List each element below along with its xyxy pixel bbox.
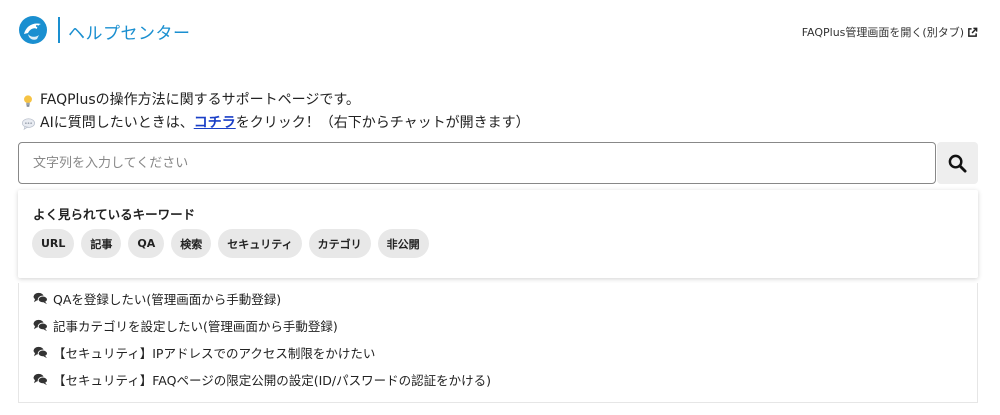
header: ヘルプセンター FAQPlus管理画面を開く(別タブ): [0, 0, 1000, 62]
intro-text: FAQPlusの操作方法に関するサポートページです。 AIに質問したいときは、 …: [20, 89, 530, 135]
keyword-chip-security[interactable]: セキュリティ: [218, 229, 302, 258]
app-title[interactable]: ヘルプセンター: [68, 19, 191, 44]
dolphin-logo-icon[interactable]: [18, 15, 48, 45]
suggested-question-item[interactable]: 【セキュリティ】FAQページの限定公開の設定(ID/パスワードの認証をかける): [33, 369, 491, 389]
logo-divider: [58, 17, 60, 43]
keyword-chip-qa[interactable]: QA: [128, 229, 165, 258]
search-icon: [948, 154, 967, 173]
keyword-chip-article[interactable]: 記事: [81, 229, 122, 258]
search-input[interactable]: [18, 142, 936, 184]
admin-link[interactable]: FAQPlus管理画面を開く(別タブ): [802, 24, 978, 40]
keyword-chip-category[interactable]: カテゴリ: [308, 229, 371, 258]
comments-icon: [33, 319, 48, 331]
popular-keywords-panel: よく見られているキーワード URL 記事 QA 検索 セキュリティ カテゴリ 非…: [18, 190, 978, 278]
suggested-question-item[interactable]: 記事カテゴリを設定したい(管理画面から手動登録): [33, 315, 338, 335]
comments-icon: [33, 292, 48, 304]
keyword-chip-list: URL 記事 QA 検索 セキュリティ カテゴリ 非公開: [32, 229, 429, 258]
suggested-question-text: 【セキュリティ】FAQページの限定公開の設定(ID/パスワードの認証をかける): [53, 372, 491, 388]
suggested-question-text: 【セキュリティ】IPアドレスでのアクセス制限をかけたい: [53, 345, 376, 361]
suggested-question-item[interactable]: 【セキュリティ】IPアドレスでのアクセス制限をかけたい: [33, 342, 375, 362]
suggested-question-item[interactable]: QAを登録したい(管理画面から手動登録): [33, 288, 281, 308]
intro-line-1-text: FAQPlusの操作方法に関するサポートページです。: [40, 92, 360, 108]
suggested-questions-list: QAを登録したい(管理画面から手動登録) 記事カテゴリを設定したい(管理画面から…: [18, 283, 978, 403]
lightbulb-icon: [20, 93, 36, 109]
search-button[interactable]: [937, 142, 978, 184]
comments-icon: [33, 373, 48, 385]
suggested-question-text: QAを登録したい(管理画面から手動登録): [53, 291, 282, 307]
admin-link-label: FAQPlus管理画面を開く(別タブ): [801, 26, 964, 39]
speech-bubble-icon: [20, 116, 36, 132]
intro-line-2-after: をクリック！（右下からチャットが開きます）: [235, 115, 530, 131]
popular-keywords-title: よく見られているキーワード: [33, 207, 196, 222]
intro-line-2: AIに質問したいときは、 コチラ をクリック！（右下からチャットが開きます）: [20, 112, 530, 135]
comments-icon: [33, 346, 48, 358]
keyword-chip-url[interactable]: URL: [32, 229, 75, 258]
external-link-icon: [968, 27, 978, 37]
keyword-chip-private[interactable]: 非公開: [377, 229, 429, 258]
keyword-chip-search[interactable]: 検索: [171, 229, 212, 258]
suggested-question-text: 記事カテゴリを設定したい(管理画面から手動登録): [53, 318, 338, 334]
intro-line-2-before: AIに質問したいときは、: [40, 115, 194, 131]
intro-line-1: FAQPlusの操作方法に関するサポートページです。: [20, 89, 530, 112]
chat-open-link[interactable]: コチラ: [194, 112, 236, 135]
